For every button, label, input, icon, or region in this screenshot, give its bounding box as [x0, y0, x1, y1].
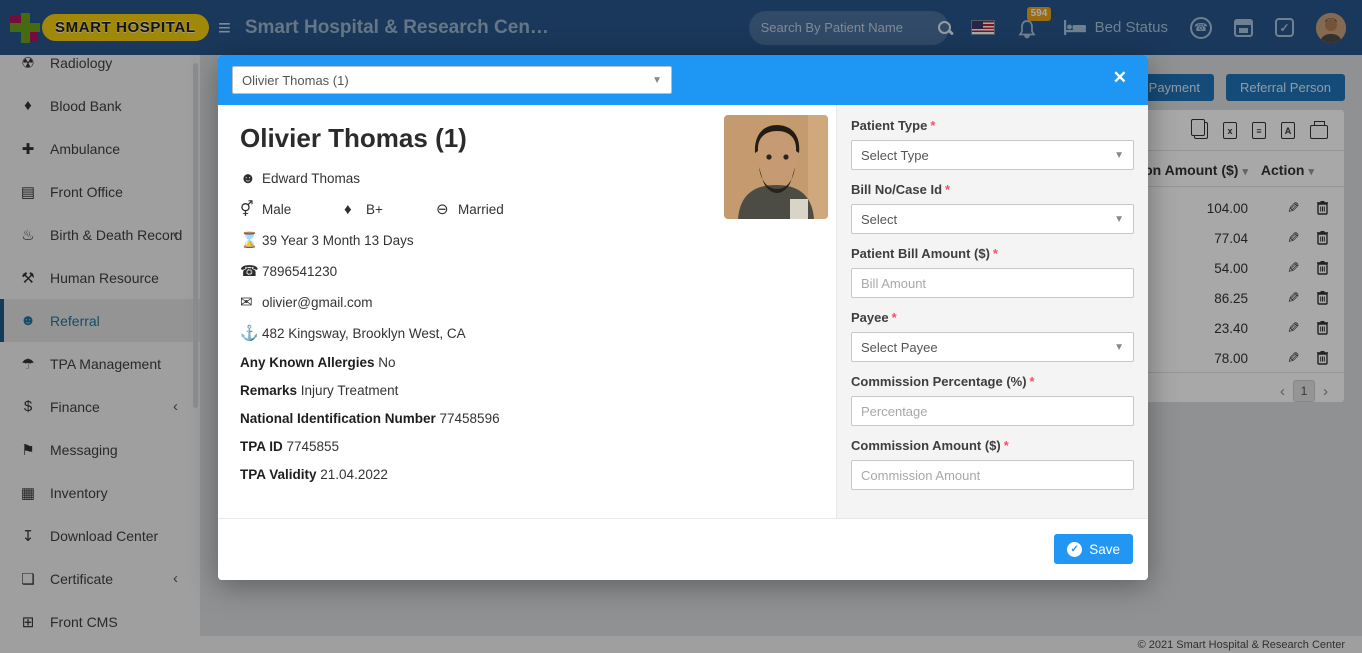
guardian-icon: ☻: [240, 170, 262, 187]
bill-no-case-id-select[interactable]: Select▼: [851, 204, 1134, 234]
app-window: SMART HOSPITAL ≡ Smart Hospital & Resear…: [0, 0, 1362, 653]
close-icon[interactable]: ✕: [1113, 68, 1127, 88]
patient-type-select[interactable]: Select Type▼: [851, 140, 1134, 170]
patient-info-row: ☎7896541230: [240, 262, 814, 280]
chevron-down-icon: ▼: [652, 75, 662, 86]
marital-status-icon: ⊖: [436, 200, 458, 218]
patient-photo: [724, 115, 828, 219]
chevron-down-icon: ▼: [1114, 214, 1124, 225]
blood-group-icon: ♦: [344, 201, 366, 218]
form-group-patient-bill-amount: Patient Bill Amount ($)*: [851, 246, 1134, 298]
phone-icon: ☎: [240, 262, 262, 280]
form-group-patient-type: Patient Type* Select Type▼: [851, 118, 1134, 170]
form-group-bill-no-case-id: Bill No/Case Id* Select▼: [851, 182, 1134, 234]
form-group-commission-amount: Commission Amount ($)*: [851, 438, 1134, 490]
field-label: Commission Amount ($)*: [851, 438, 1134, 453]
gender-icon: ⚥: [240, 200, 262, 218]
patient-attribute-national-identification-number: National Identification Number 77458596: [240, 411, 814, 426]
chevron-down-icon: ▼: [1114, 150, 1124, 161]
modal-footer: ✓ Save: [218, 518, 1148, 580]
chevron-down-icon: ▼: [1114, 342, 1124, 353]
email-icon: ✉: [240, 293, 262, 311]
patient-attribute-remarks: Remarks Injury Treatment: [240, 383, 814, 398]
check-circle-icon: ✓: [1067, 542, 1082, 557]
address-icon: ⚓: [240, 324, 262, 342]
age-icon: ⌛: [240, 231, 262, 249]
patient-details-panel: Olivier Thomas (1) ☻Edward Thomas⚥Male♦B…: [218, 105, 836, 518]
patient-attribute-any-known-allergies: Any Known Allergies No: [240, 355, 814, 370]
form-group-commission-percentage: Commission Percentage (%)*: [851, 374, 1134, 426]
field-label: Patient Bill Amount ($)*: [851, 246, 1134, 261]
payee-select[interactable]: Select Payee▼: [851, 332, 1134, 362]
patient-info-row: ✉olivier@gmail.com: [240, 293, 814, 311]
referral-form-panel: Patient Type* Select Type▼ Bill No/Case Id…: [836, 105, 1148, 518]
field-label: Commission Percentage (%)*: [851, 374, 1134, 389]
form-group-payee: Payee* Select Payee▼: [851, 310, 1134, 362]
field-label: Payee*: [851, 310, 1134, 325]
commission-amount-input[interactable]: [851, 460, 1134, 490]
patient-info-row: ⚓482 Kingsway, Brooklyn West, CA: [240, 324, 814, 342]
modal-header: Olivier Thomas (1) ▼ ✕: [218, 55, 1148, 105]
commission-percentage-input[interactable]: [851, 396, 1134, 426]
save-button[interactable]: ✓ Save: [1054, 534, 1133, 564]
patient-attribute-tpa-validity: TPA Validity 21.04.2022: [240, 467, 814, 482]
patient-select[interactable]: Olivier Thomas (1) ▼: [232, 66, 672, 94]
patient-attribute-tpa-id: TPA ID 7745855: [240, 439, 814, 454]
referral-payment-modal: Olivier Thomas (1) ▼ ✕ Olivier Thomas (1…: [218, 55, 1148, 580]
field-label: Patient Type*: [851, 118, 1134, 133]
field-label: Bill No/Case Id*: [851, 182, 1134, 197]
patient-bill-amount-input[interactable]: [851, 268, 1134, 298]
patient-info-row: ⌛39 Year 3 Month 13 Days: [240, 231, 814, 249]
